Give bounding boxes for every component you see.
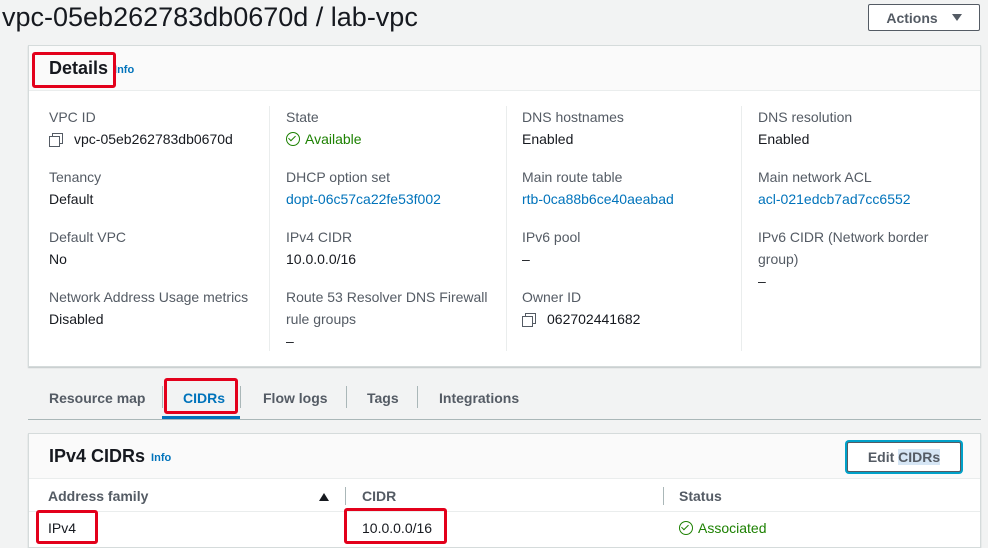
highlight-cidr-value bbox=[344, 508, 447, 544]
field-label: Route 53 Resolver DNS Firewall rule grou… bbox=[286, 289, 488, 327]
field-dns-hostnames: DNS hostnames Enabled bbox=[522, 106, 742, 150]
field-value: – bbox=[758, 273, 766, 289]
ipv4-cidrs-info-link[interactable]: Info bbox=[151, 452, 171, 464]
field-vpc-id: VPC ID vpc-05eb262783db0670d bbox=[49, 106, 269, 150]
field-value: Default bbox=[49, 191, 94, 207]
tab-separator bbox=[162, 386, 163, 408]
field-dns-firewall: Route 53 Resolver DNS Firewall rule grou… bbox=[286, 286, 506, 352]
copy-icon[interactable] bbox=[522, 312, 536, 327]
ipv4-cidrs-panel: IPv4 CIDRs Info Edit CIDRs Address famil… bbox=[28, 433, 981, 548]
tab-resource-map[interactable]: Resource map bbox=[49, 386, 145, 410]
edit-label: Edit bbox=[867, 449, 899, 465]
state-value: Available bbox=[286, 128, 506, 150]
field-label: VPC ID bbox=[49, 109, 96, 125]
field-label: IPv6 CIDR (Network border group) bbox=[758, 229, 929, 267]
field-label: Tenancy bbox=[49, 169, 102, 185]
column-divider bbox=[741, 106, 742, 351]
details-header: Details Info bbox=[29, 46, 980, 91]
field-main-network-acl: Main network ACL acl-021edcb7ad7cc6552 bbox=[758, 166, 968, 210]
highlight-cidrs-tab bbox=[164, 378, 238, 414]
field-ipv6-cidr: IPv6 CIDR (Network border group) – bbox=[758, 226, 968, 292]
field-label: IPv4 CIDR bbox=[286, 229, 353, 245]
field-value: No bbox=[49, 251, 67, 267]
field-value: Enabled bbox=[522, 131, 574, 147]
field-value: 10.0.0.0/16 bbox=[286, 251, 357, 267]
column-divider bbox=[506, 106, 507, 351]
actions-label: Actions bbox=[886, 9, 938, 26]
field-nau-metrics: Network Address Usage metrics Disabled bbox=[49, 286, 269, 330]
actions-button[interactable]: Actions bbox=[868, 4, 980, 31]
caret-down-icon bbox=[951, 14, 962, 21]
field-state: State Available bbox=[286, 106, 506, 150]
field-dns-resolution: DNS resolution Enabled bbox=[758, 106, 968, 150]
field-dhcp-option-set: DHCP option set dopt-06c57ca22fe53f002 bbox=[286, 166, 506, 210]
ipv4-cidrs-header: IPv4 CIDRs Info bbox=[29, 434, 980, 479]
main-route-table-link[interactable]: rtb-0ca88b6ce40aeabad bbox=[522, 188, 742, 210]
details-info-link[interactable]: Info bbox=[114, 64, 134, 76]
field-default-vpc: Default VPC No bbox=[49, 226, 269, 270]
field-owner-id: Owner ID 062702441682 bbox=[522, 286, 742, 330]
details-panel: Details Info VPC ID vpc-05eb262783db0670… bbox=[28, 45, 981, 367]
status-text: Associated bbox=[698, 520, 767, 536]
field-value: Enabled bbox=[758, 131, 810, 147]
check-circle-icon bbox=[286, 132, 300, 146]
field-label: DNS hostnames bbox=[522, 109, 624, 125]
table-header: Address family CIDR Status bbox=[29, 484, 980, 512]
field-label: State bbox=[286, 109, 319, 125]
field-tenancy: Tenancy Default bbox=[49, 166, 269, 210]
edit-label-selected: CIDRs bbox=[898, 449, 941, 465]
field-label: Owner ID bbox=[522, 289, 582, 305]
field-value: Available bbox=[305, 131, 362, 147]
col-header-status[interactable]: Status bbox=[679, 488, 722, 504]
field-label: DHCP option set bbox=[286, 169, 391, 185]
table-row: IPv4 10.0.0.0/16 Associated bbox=[29, 513, 980, 543]
field-label: Main route table bbox=[522, 169, 623, 185]
check-circle-icon bbox=[679, 521, 693, 535]
details-column-4: DNS resolution Enabled Main network ACL … bbox=[758, 106, 968, 308]
field-value: – bbox=[286, 333, 294, 349]
details-column-3: DNS hostnames Enabled Main route table r… bbox=[522, 106, 742, 346]
details-column-1: VPC ID vpc-05eb262783db0670d Tenancy Def… bbox=[49, 106, 269, 346]
copy-icon[interactable] bbox=[49, 132, 63, 147]
tab-separator bbox=[240, 386, 241, 408]
owner-id-value: 062702441682 bbox=[522, 308, 742, 330]
field-value: 062702441682 bbox=[547, 311, 641, 327]
field-value: – bbox=[522, 251, 530, 267]
column-divider bbox=[269, 106, 270, 351]
column-resizer[interactable] bbox=[345, 487, 346, 505]
details-column-2: State Available DHCP option set dopt-06c… bbox=[286, 106, 506, 368]
field-label: IPv6 pool bbox=[522, 229, 581, 245]
field-value: Disabled bbox=[49, 311, 104, 327]
field-label: Network Address Usage metrics bbox=[49, 289, 249, 305]
main-network-acl-link[interactable]: acl-021edcb7ad7cc6552 bbox=[758, 188, 968, 210]
page-title: vpc-05eb262783db0670d / lab-vpc bbox=[2, 2, 418, 32]
field-value: vpc-05eb262783db0670d bbox=[74, 131, 233, 147]
field-label: DNS resolution bbox=[758, 109, 853, 125]
tab-flow-logs[interactable]: Flow logs bbox=[263, 386, 328, 410]
sort-ascending-icon[interactable] bbox=[319, 493, 329, 501]
edit-cidrs-button[interactable]: Edit CIDRs bbox=[847, 442, 961, 472]
col-header-address-family[interactable]: Address family bbox=[48, 488, 148, 504]
ipv4-cidrs-title: IPv4 CIDRs bbox=[49, 445, 146, 466]
field-main-route-table: Main route table rtb-0ca88b6ce40aeabad bbox=[522, 166, 742, 210]
tab-integrations[interactable]: Integrations bbox=[439, 386, 519, 410]
tab-tags[interactable]: Tags bbox=[367, 386, 399, 410]
tab-separator bbox=[346, 386, 347, 408]
field-label: Main network ACL bbox=[758, 169, 872, 185]
highlight-ipv4 bbox=[36, 510, 98, 544]
col-header-cidr[interactable]: CIDR bbox=[362, 488, 396, 504]
field-ipv4-cidr: IPv4 CIDR 10.0.0.0/16 bbox=[286, 226, 506, 270]
field-ipv6-pool: IPv6 pool – bbox=[522, 226, 742, 270]
cell-status: Associated bbox=[679, 520, 766, 536]
dhcp-option-set-link[interactable]: dopt-06c57ca22fe53f002 bbox=[286, 188, 506, 210]
tab-separator bbox=[417, 386, 418, 408]
vpc-id-value: vpc-05eb262783db0670d bbox=[49, 128, 269, 150]
field-label: Default VPC bbox=[49, 229, 127, 245]
highlight-details bbox=[32, 52, 116, 88]
column-resizer[interactable] bbox=[663, 487, 664, 505]
active-tab-indicator bbox=[162, 416, 240, 419]
